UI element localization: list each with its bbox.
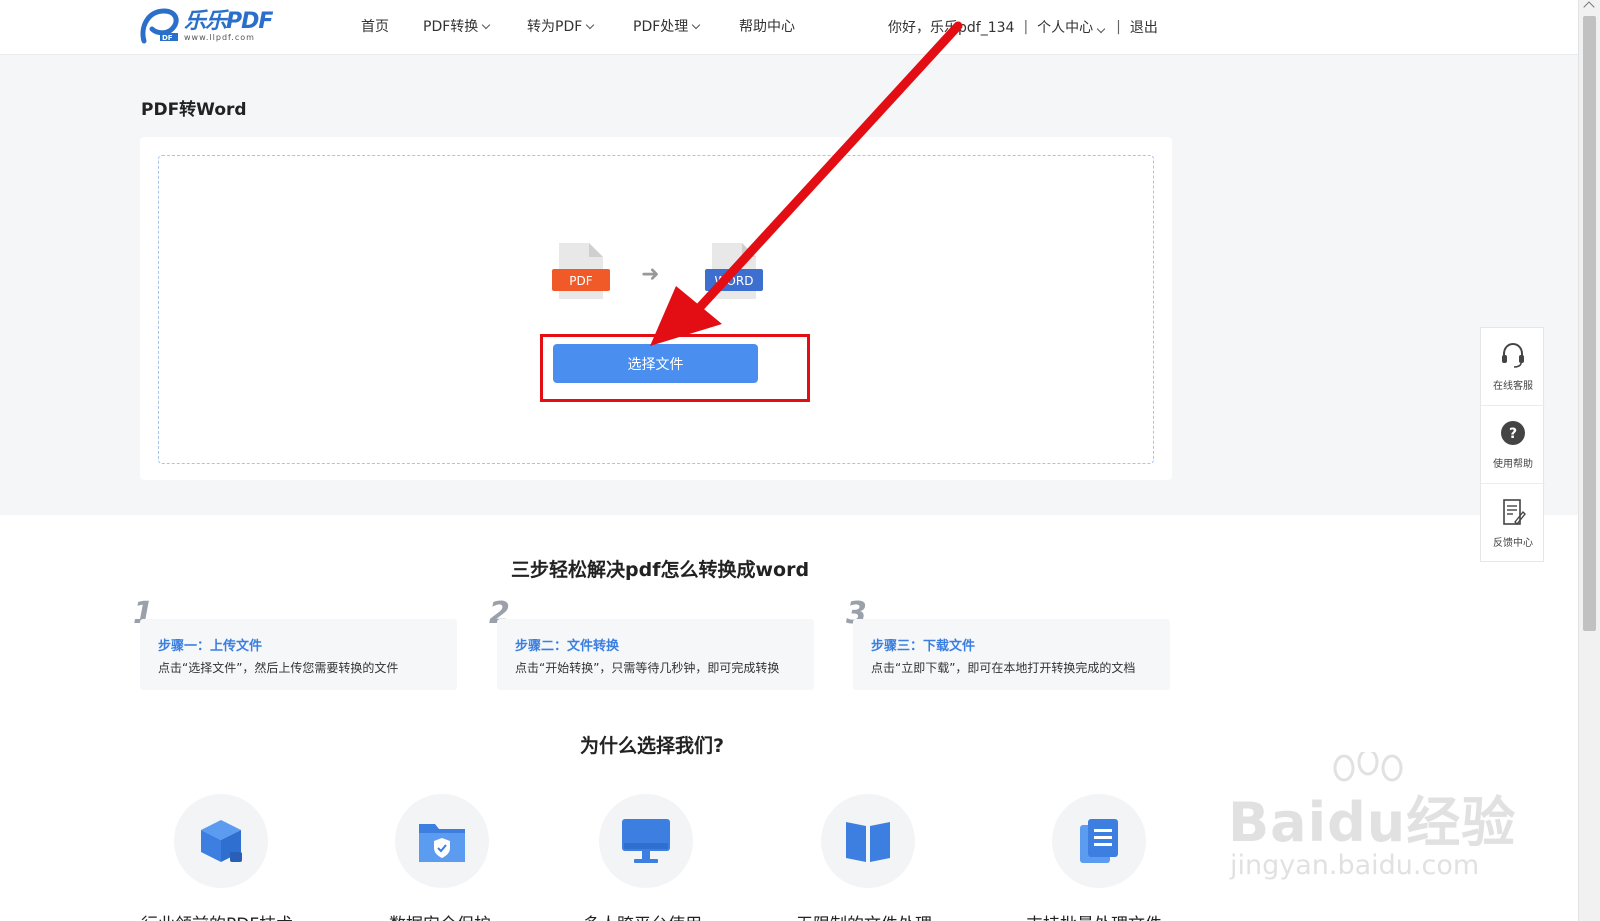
step-card: 步骤二：文件转换 点击“开始转换”，只需等待几秒钟，即可完成转换 bbox=[497, 619, 814, 690]
secure-folder-icon bbox=[395, 794, 489, 888]
convert-arrow-icon: ➜ bbox=[641, 262, 660, 287]
features-title: 为什么选择我们? bbox=[580, 735, 725, 757]
step-card: 步骤三：下载文件 点击“立即下载”，即可在本地打开转换完成的文档 bbox=[853, 619, 1170, 690]
baidu-watermark: Baidu经验 jingyan.baidu.com bbox=[1228, 752, 1528, 882]
help-icon: ? bbox=[1501, 421, 1525, 445]
main-nav: 首页 PDF转换 转为PDF PDF处理 帮助中心 bbox=[361, 16, 795, 38]
chevron-down-icon bbox=[1096, 24, 1106, 34]
step-title: 步骤二：文件转换 bbox=[515, 639, 620, 654]
side-item-label: 反馈中心 bbox=[1493, 537, 1533, 549]
account-menu[interactable]: 个人中心 bbox=[1037, 17, 1106, 37]
step-desc: 点击“开始转换”，只需等待几秒钟，即可完成转换 bbox=[515, 661, 780, 675]
steps-title: 三步轻松解决pdf怎么转换成word bbox=[511, 559, 810, 581]
user-area: 你好，乐乐pdf_134 | 个人中心 | 退出 bbox=[888, 16, 1158, 38]
step-desc: 点击“立即下载”，即可在本地打开转换完成的文档 bbox=[871, 661, 1136, 675]
separator: | bbox=[1023, 19, 1029, 35]
feature-label: 无限制的文件处理 bbox=[796, 910, 932, 921]
separator: | bbox=[1116, 19, 1121, 35]
chevron-down-icon bbox=[482, 20, 491, 30]
nav-pdf-convert[interactable]: PDF转换 bbox=[423, 16, 527, 38]
side-item-label: 使用帮助 bbox=[1493, 459, 1533, 470]
logo-mark-icon: DF bbox=[138, 7, 182, 45]
logo-url: www.llpdf.com bbox=[184, 32, 255, 42]
nav-to-pdf[interactable]: 转为PDF bbox=[527, 16, 633, 38]
logo-name: 乐乐PDF bbox=[184, 8, 273, 34]
cube-icon bbox=[174, 794, 268, 888]
step-title: 步骤一：上传文件 bbox=[158, 639, 263, 654]
file-dropzone[interactable] bbox=[158, 155, 1154, 464]
word-file-icon: WORD bbox=[704, 241, 764, 303]
usage-help-button[interactable]: ? 使用帮助 bbox=[1481, 406, 1545, 484]
step-card: 步骤一：上传文件 点击“选择文件”，然后上传您需要转换的文件 bbox=[140, 619, 457, 690]
feedback-center-button[interactable]: 反馈中心 bbox=[1481, 484, 1545, 562]
step-desc: 点击“选择文件”，然后上传您需要转换的文件 bbox=[158, 661, 399, 675]
source-format-label: PDF bbox=[569, 274, 592, 288]
page-scrollbar[interactable] bbox=[1578, 0, 1600, 921]
scroll-thumb[interactable] bbox=[1583, 16, 1596, 631]
page-title: PDF转Word bbox=[141, 100, 247, 120]
logout-link[interactable]: 退出 bbox=[1130, 17, 1158, 37]
documents-icon bbox=[1052, 794, 1146, 888]
nav-home[interactable]: 首页 bbox=[361, 16, 423, 38]
floating-side-panel: 在线客服 ? 使用帮助 反馈中心 bbox=[1480, 327, 1545, 562]
feedback-icon bbox=[1503, 498, 1526, 525]
pdf-file-icon: PDF bbox=[551, 241, 611, 303]
svg-text:DF: DF bbox=[162, 34, 173, 42]
feature-label: 支持批量处理文件 bbox=[1026, 910, 1162, 921]
feature-label: 行业领前的PDF技术 bbox=[141, 910, 293, 921]
feature-label: 多人跨平台使用 bbox=[583, 910, 702, 921]
chevron-down-icon bbox=[692, 20, 701, 30]
chevron-down-icon bbox=[586, 20, 595, 30]
online-service-button[interactable]: 在线客服 bbox=[1481, 328, 1545, 406]
side-item-label: 在线客服 bbox=[1493, 381, 1533, 392]
nav-pdf-process[interactable]: PDF处理 bbox=[633, 16, 739, 38]
top-header: DF 乐乐PDF www.llpdf.com 首页 PDF转换 转为PDF PD… bbox=[0, 0, 1578, 55]
annotation-highlight-box bbox=[540, 334, 810, 402]
watermark-sub: jingyan.baidu.com bbox=[1230, 850, 1480, 881]
book-icon bbox=[821, 794, 915, 888]
feature-label: 数据安全保护 bbox=[389, 910, 491, 921]
svg-text:?: ? bbox=[1509, 426, 1517, 442]
scroll-up-arrow-icon[interactable] bbox=[1583, 1, 1595, 13]
step-title: 步骤三：下载文件 bbox=[871, 639, 976, 654]
nav-help-center[interactable]: 帮助中心 bbox=[739, 16, 795, 38]
headset-icon bbox=[1502, 342, 1524, 368]
watermark-main: Baidu经验 bbox=[1228, 791, 1517, 854]
user-greeting: 你好，乐乐pdf_134 bbox=[888, 20, 1015, 36]
site-logo[interactable]: DF 乐乐PDF www.llpdf.com bbox=[138, 6, 278, 46]
target-format-label: WORD bbox=[715, 274, 754, 288]
monitor-icon bbox=[599, 794, 693, 888]
